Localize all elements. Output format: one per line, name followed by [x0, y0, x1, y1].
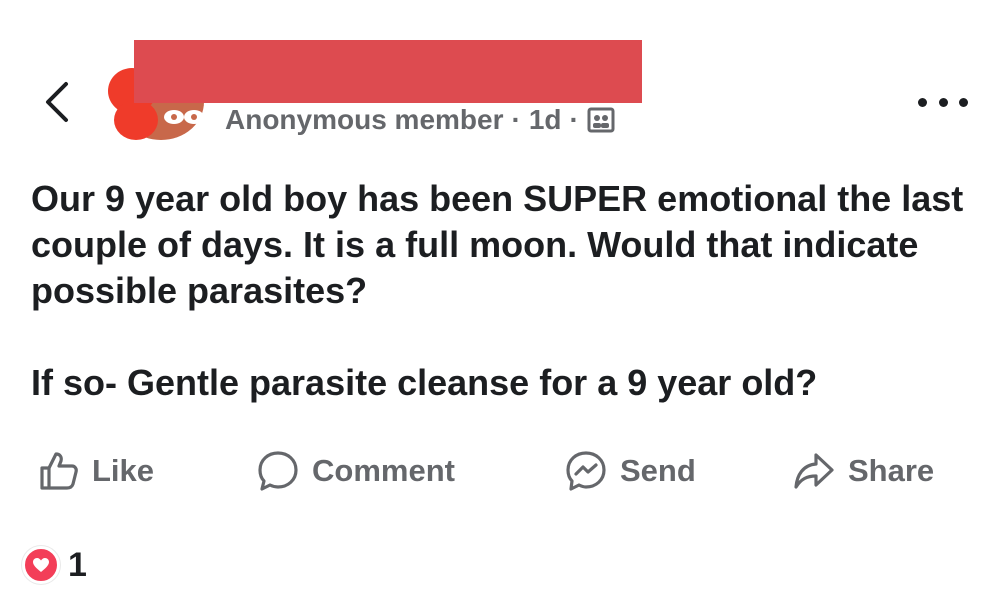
more-options-button[interactable] [918, 88, 968, 116]
dot-icon [959, 97, 968, 107]
comment-label: Comment [312, 453, 455, 488]
chevron-left-icon [46, 82, 68, 122]
send-button[interactable]: Send [564, 448, 696, 494]
back-button[interactable] [38, 78, 78, 126]
anonymous-mask-icon [164, 110, 204, 124]
share-arrow-icon [794, 453, 834, 489]
author-name[interactable]: Anonymous member [225, 104, 504, 136]
messenger-icon [566, 451, 606, 491]
dot-icon [938, 97, 948, 107]
heart-icon [22, 546, 60, 584]
reaction-count: 1 [68, 545, 87, 584]
group-icon [587, 107, 615, 133]
meta-separator: · [569, 104, 579, 135]
share-label: Share [848, 453, 935, 488]
reaction-summary[interactable]: 1 [22, 545, 87, 585]
avatar-redaction-scribble [114, 100, 158, 140]
thumbs-up-icon [40, 452, 78, 490]
action-bar: Like Comment Send Share [38, 448, 968, 494]
post-time[interactable]: 1d [529, 104, 562, 136]
dot-icon [918, 97, 927, 107]
comment-button[interactable]: Comment [256, 448, 455, 494]
post-paragraph: Our 9 year old boy has been SUPER emotio… [31, 178, 964, 311]
post-meta: Anonymous member · 1d · [225, 101, 615, 139]
post-text: Our 9 year old boy has been SUPER emotio… [31, 176, 971, 406]
like-button[interactable]: Like [38, 448, 154, 494]
send-label: Send [620, 453, 696, 488]
meta-separator: · [511, 104, 521, 135]
post-paragraph: If so- Gentle parasite cleanse for a 9 y… [31, 362, 818, 403]
share-button[interactable]: Share [792, 448, 934, 494]
like-label: Like [92, 453, 155, 488]
comment-icon [258, 451, 298, 491]
redacted-group-name [134, 40, 642, 103]
